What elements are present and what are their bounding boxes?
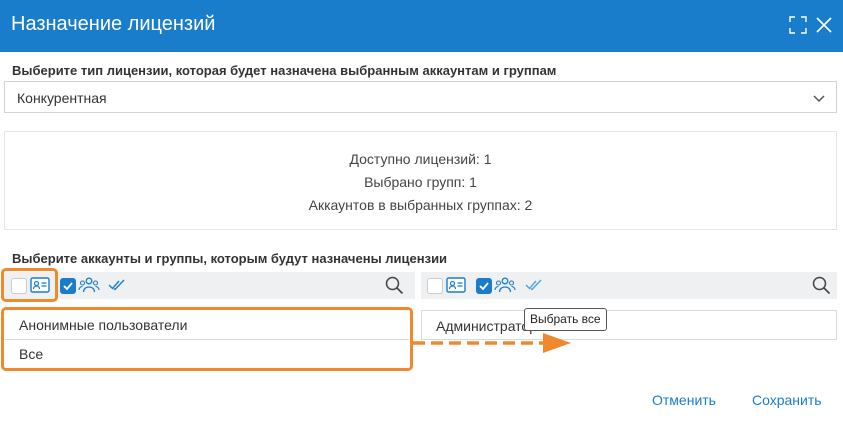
select-all-icon[interactable]	[108, 277, 126, 293]
groups-toggle-checkbox-right[interactable]	[476, 278, 492, 294]
checkmark-icon	[63, 282, 73, 291]
chevron-down-icon	[813, 95, 825, 103]
license-type-value: Конкурентная	[17, 90, 107, 106]
close-icon[interactable]	[813, 14, 835, 36]
selected-groups-text: Выбрано групп: 1	[364, 174, 477, 190]
group-icon[interactable]	[78, 275, 100, 295]
dialog-titlebar: Назначение лицензий	[0, 0, 843, 52]
select-all-tooltip: Выбрать все	[524, 308, 607, 331]
groups-toggle-checkbox[interactable]	[60, 278, 76, 294]
right-list-toolbar	[421, 272, 837, 299]
available-licenses-text: Доступно лицензий: 1	[349, 151, 492, 167]
cancel-button[interactable]: Отменить	[652, 392, 716, 408]
license-info-panel: Доступно лицензий: 1 Выбрано групп: 1 Ак…	[4, 131, 837, 230]
accounts-in-groups-text: Аккаунтов в выбранных группах: 2	[308, 197, 533, 213]
dashed-arrow-annotation	[413, 333, 571, 353]
dialog-title: Назначение лицензий	[11, 13, 216, 35]
search-icon[interactable]	[811, 275, 831, 295]
maximize-icon[interactable]	[787, 14, 809, 36]
left-list-toolbar	[4, 272, 415, 299]
license-type-select[interactable]: Конкурентная	[4, 81, 837, 113]
search-icon[interactable]	[384, 275, 404, 295]
highlight-toggle-annotation	[1, 268, 58, 302]
user-card-icon[interactable]	[446, 276, 466, 294]
accounts-label: Выберите аккаунты и группы, которым буду…	[12, 251, 448, 266]
checkmark-icon	[479, 282, 489, 291]
highlight-list-annotation	[1, 307, 413, 371]
license-type-label: Выберите тип лицензии, которая будет наз…	[12, 63, 557, 78]
save-button[interactable]: Сохранить	[752, 392, 822, 408]
group-icon[interactable]	[494, 275, 516, 295]
select-all-icon[interactable]	[525, 277, 543, 293]
users-toggle-checkbox-right[interactable]	[427, 278, 443, 294]
